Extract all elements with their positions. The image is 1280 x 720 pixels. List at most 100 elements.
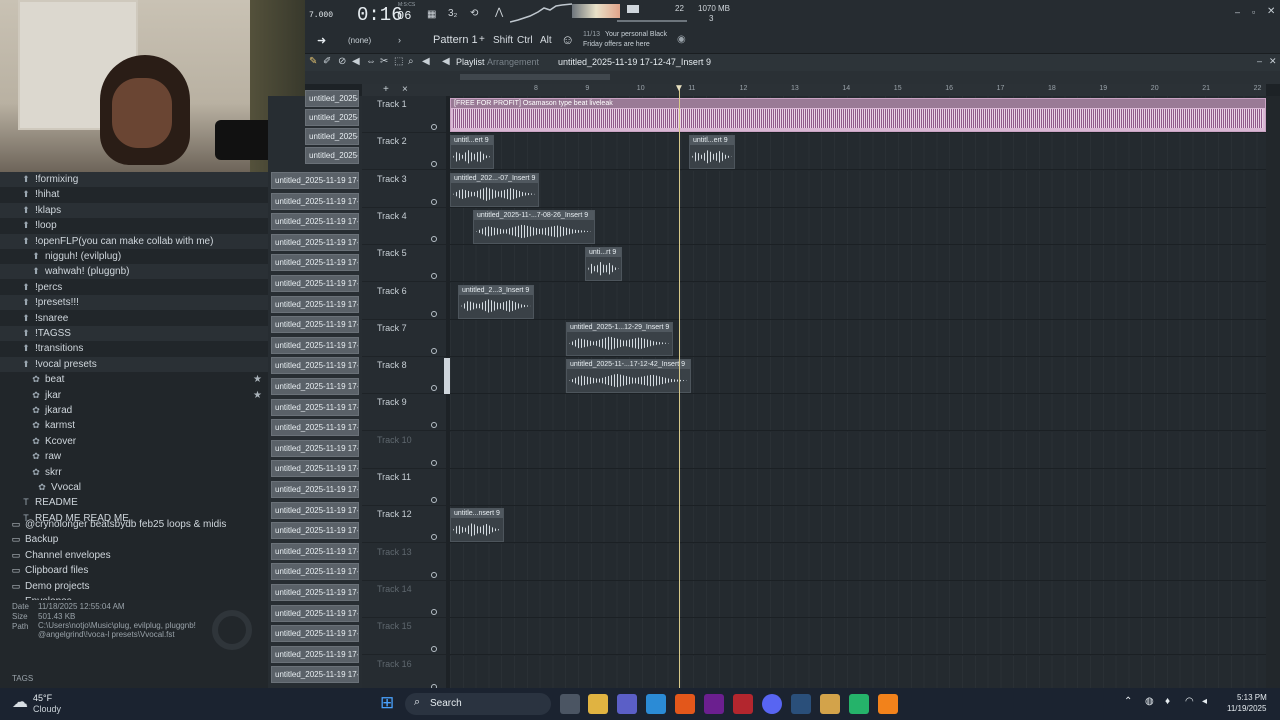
audio-clip[interactable]: [FREE FOR PROFIT] Osamason type beat liv… bbox=[450, 98, 1266, 132]
grid-row[interactable] bbox=[450, 431, 1266, 469]
pattern-list-item[interactable]: untitled_2025-11-19 17-... bbox=[271, 522, 359, 540]
favorite-star-icon[interactable]: ★ bbox=[253, 388, 262, 403]
tray-network-icon[interactable]: ◍ bbox=[1145, 696, 1154, 707]
track-mute-icon[interactable] bbox=[431, 385, 437, 392]
browser-item[interactable]: ✿ jkar ★ bbox=[0, 388, 268, 403]
browser-item[interactable]: ✿ Vvocal bbox=[0, 480, 268, 495]
slip-tool-icon[interactable]: ⇔ bbox=[366, 56, 376, 67]
playlist-close-icon[interactable]: ✕ bbox=[1269, 56, 1277, 67]
browser-item[interactable]: ⬆ !loop bbox=[0, 218, 268, 233]
browser-item[interactable]: ▭ @crynolonger beatsbydb feb25 loops & mi… bbox=[0, 517, 268, 532]
track-header[interactable]: Track 2 bbox=[362, 133, 446, 171]
app-pin-icon[interactable] bbox=[820, 694, 840, 714]
pattern-list-item[interactable]: untitled_2025-11-19 17-... bbox=[305, 109, 359, 126]
pattern-list-item[interactable]: untitled_2025-11-19 17-... bbox=[271, 604, 359, 622]
track-header[interactable]: Track 16 bbox=[362, 656, 446, 693]
browser-item[interactable]: ✿ Kcover bbox=[0, 434, 268, 449]
pattern-list-item[interactable]: untitled_2025-11-19 17-... bbox=[271, 625, 359, 643]
select-tool-icon[interactable]: ⬚ bbox=[394, 56, 403, 67]
browser-item[interactable]: ▭ Demo projects bbox=[0, 579, 268, 594]
track-header[interactable]: Track 1 bbox=[362, 96, 446, 133]
edge-icon[interactable] bbox=[646, 694, 666, 714]
steam-icon[interactable] bbox=[791, 694, 811, 714]
pattern-list-item[interactable]: untitled_2025-11-19 17-... bbox=[271, 254, 359, 272]
taskbar-search[interactable]: ⌕ Search bbox=[405, 693, 551, 715]
track-header[interactable]: Track 14 bbox=[362, 581, 446, 618]
step-icon[interactable]: 3₂ bbox=[448, 8, 457, 19]
browser-item[interactable]: ▭ Clipboard files bbox=[0, 563, 268, 578]
pattern-list-item[interactable]: untitled_2025-11-19 17-... bbox=[271, 645, 359, 663]
arrow-right-icon[interactable]: ➜ bbox=[317, 34, 326, 47]
metronome-icon[interactable]: ⋀ bbox=[495, 7, 503, 18]
browser-item[interactable]: ⬆ nigguh! (evilplug) bbox=[0, 249, 268, 264]
close-icon[interactable]: ✕ bbox=[1267, 6, 1275, 17]
track-mute-icon[interactable] bbox=[431, 161, 437, 168]
grid-row[interactable] bbox=[450, 506, 1266, 544]
track-mute-icon[interactable] bbox=[431, 608, 437, 615]
weather-icon[interactable]: ☁ bbox=[12, 692, 28, 712]
track-header[interactable]: Track 8 bbox=[362, 357, 446, 395]
favorite-star-icon[interactable]: ★ bbox=[253, 372, 262, 387]
track-mute-icon[interactable] bbox=[431, 273, 437, 280]
master-pitch-slider[interactable] bbox=[617, 20, 687, 22]
add-pattern-icon[interactable]: + bbox=[479, 34, 485, 45]
fl-studio-icon[interactable] bbox=[878, 694, 898, 714]
file-explorer-icon[interactable] bbox=[588, 694, 608, 714]
close-tracks-icon[interactable]: × bbox=[402, 84, 408, 95]
browser-item[interactable]: ⬆ !transitions bbox=[0, 341, 268, 356]
pattern-list-item[interactable]: untitled_2025-11-19 17-... bbox=[271, 233, 359, 251]
pattern-list-item[interactable]: untitled_2025-11-19 17-... bbox=[271, 419, 359, 437]
browser-item[interactable]: ⬆ wahwah! (pluggnb) bbox=[0, 264, 268, 280]
minimize-icon[interactable]: – bbox=[1235, 7, 1240, 17]
browser-item[interactable]: ▭ Backup bbox=[0, 532, 268, 547]
chevron-right-icon[interactable]: › bbox=[398, 35, 401, 45]
song-time[interactable]: 0:16 bbox=[357, 4, 403, 26]
wifi-icon[interactable]: ◠ bbox=[1185, 696, 1194, 707]
clock-time[interactable]: 5:13 PM bbox=[1237, 693, 1267, 702]
pattern-list-item[interactable]: untitled_2025-11-19 17-... bbox=[271, 460, 359, 478]
pattern-list-item[interactable]: untitled_2025-11-19 17-... bbox=[271, 336, 359, 354]
pattern-list-item[interactable]: untitled_2025-11-19 17-... bbox=[305, 90, 359, 107]
browser-item[interactable]: ⬆ !presets!!! bbox=[0, 295, 268, 311]
track-header[interactable]: Track 4 bbox=[362, 208, 446, 245]
add-track-icon[interactable]: + bbox=[383, 84, 389, 95]
browser-item[interactable]: ⬆ !formixing bbox=[0, 172, 268, 187]
windows-start-icon[interactable]: ⊞ bbox=[380, 693, 394, 713]
playhead-marker-icon[interactable]: ▼ bbox=[674, 83, 684, 94]
chat-icon[interactable] bbox=[849, 694, 869, 714]
track-header[interactable]: Track 5 bbox=[362, 245, 446, 283]
tempo-display[interactable]: 7.000 bbox=[309, 11, 333, 20]
volume-icon[interactable]: ◂ bbox=[1202, 696, 1207, 707]
voicemeeter-icon[interactable] bbox=[733, 694, 753, 714]
track-mute-icon[interactable] bbox=[431, 422, 437, 429]
app-icon[interactable] bbox=[617, 694, 637, 714]
mute-tool-icon[interactable]: ◀ bbox=[352, 56, 360, 67]
audio-clip[interactable]: unti...rt 9 bbox=[585, 247, 622, 282]
browser-item[interactable]: ⬆ !snaree bbox=[0, 311, 268, 326]
audio-clip[interactable]: untitl...ert 9 bbox=[689, 135, 735, 170]
browser-item[interactable]: ✿ skrr bbox=[0, 465, 268, 480]
browser-item[interactable]: ⬆ !klaps bbox=[0, 202, 268, 218]
track-mute-icon[interactable] bbox=[431, 497, 437, 503]
pattern-list-item[interactable]: untitled_2025-11-19 17-... bbox=[305, 147, 359, 164]
pattern-select[interactable]: Pattern 1 bbox=[433, 34, 478, 46]
typing-keyboard-icon[interactable]: ▦ bbox=[427, 9, 436, 20]
browser-item[interactable]: ⬆ !openFLP(you can make collab with me) bbox=[0, 233, 268, 249]
grid-row[interactable] bbox=[450, 469, 1266, 506]
playlist-title[interactable]: untitled_2025-11-19 17-12-47_Insert 9 bbox=[558, 57, 711, 67]
clock-date[interactable]: 11/19/2025 bbox=[1227, 704, 1266, 713]
browser-item[interactable]: ✿ jkarad bbox=[0, 403, 268, 418]
audio-clip[interactable]: untitled_2025-11-...7-08-26_Insert 9 bbox=[473, 209, 595, 244]
grid-vscroll[interactable] bbox=[1266, 96, 1280, 688]
loop-record-icon[interactable]: ⟲ bbox=[470, 8, 478, 19]
grid-vscroll-thumb[interactable] bbox=[444, 358, 450, 394]
track-mute-icon[interactable] bbox=[431, 347, 437, 354]
shift-button[interactable]: Shift bbox=[493, 35, 513, 46]
playback-tool-icon[interactable]: ◀ bbox=[422, 56, 430, 67]
track-mute-icon[interactable] bbox=[431, 459, 437, 466]
pencil-icon[interactable]: ✎ bbox=[309, 56, 317, 67]
pattern-list-item[interactable]: untitled_2025-11-19 17-... bbox=[271, 172, 359, 189]
master-volume[interactable] bbox=[627, 5, 639, 13]
pattern-list-item[interactable]: untitled_2025-11-19 17-... bbox=[271, 481, 359, 498]
browser-item[interactable]: ✿ karmst bbox=[0, 418, 268, 433]
